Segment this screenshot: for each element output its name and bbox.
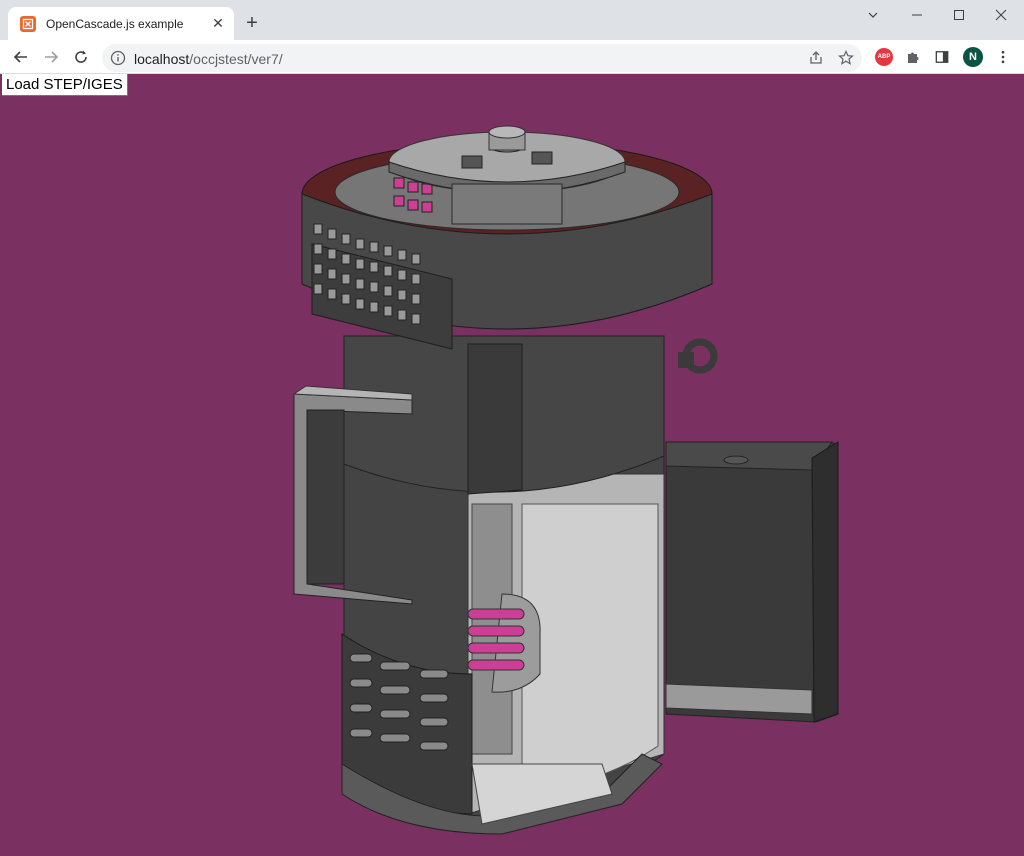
profile-avatar[interactable]: N (963, 47, 983, 67)
browser-tab[interactable]: OpenCascade.js example ✕ (8, 7, 234, 40)
3d-viewport[interactable] (2, 74, 1022, 854)
puzzle-icon[interactable] (904, 48, 922, 66)
share-icon[interactable] (808, 50, 824, 66)
close-window-icon[interactable] (978, 0, 1024, 30)
address-bar[interactable]: localhost/occjstest/ver7/ (102, 44, 862, 72)
app-favicon-icon (20, 15, 36, 32)
kebab-menu-icon[interactable] (994, 48, 1012, 66)
lifting-eye (678, 338, 718, 374)
reload-icon[interactable] (69, 45, 93, 69)
chevron-down-icon[interactable] (850, 0, 896, 30)
tab-close-icon[interactable]: ✕ (210, 15, 226, 31)
sidepanel-icon[interactable] (933, 48, 951, 66)
browser-toolbar: localhost/occjstest/ver7/ ABP N (0, 40, 1024, 74)
forward-icon[interactable] (39, 45, 63, 69)
info-icon[interactable] (110, 50, 126, 66)
page-content: Load STEP/IGES (2, 74, 1022, 854)
url-text[interactable]: localhost/occjstest/ver7/ (134, 51, 283, 67)
back-icon[interactable] (9, 45, 33, 69)
maximize-icon[interactable] (936, 0, 982, 30)
tab-title: OpenCascade.js example (46, 16, 184, 31)
terminal-box (665, 441, 839, 723)
new-tab-button[interactable]: + (240, 11, 264, 35)
url-host: localhost (134, 51, 190, 67)
minimize-icon[interactable] (894, 0, 940, 30)
adblock-icon[interactable]: ABP (875, 48, 893, 66)
url-path: /occjstest/ver7/ (189, 51, 283, 67)
star-icon[interactable] (838, 50, 854, 66)
load-step-iges-button[interactable]: Load STEP/IGES (2, 74, 128, 96)
tab-strip: OpenCascade.js example ✕ + (0, 0, 1024, 40)
